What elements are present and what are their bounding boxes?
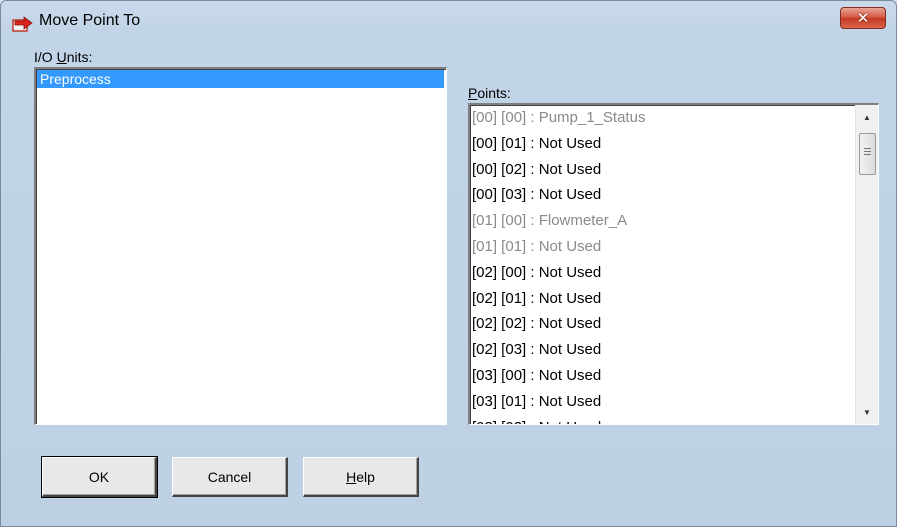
close-button[interactable]: ✕ xyxy=(840,7,886,29)
points-items: [00] [00] : Pump_1_Status [00] [01] : Not… xyxy=(470,105,878,424)
list-item[interactable]: [00] [01] : Not Used xyxy=(470,131,878,157)
list-item[interactable]: [01] [00] : Flowmeter_A xyxy=(470,208,878,234)
list-item[interactable]: [00] [03] : Not Used xyxy=(470,182,878,208)
list-item[interactable]: [03] [02] : Not Used xyxy=(470,415,878,424)
list-item[interactable]: [02] [00] : Not Used xyxy=(470,260,878,286)
cancel-button[interactable]: Cancel xyxy=(172,457,288,497)
move-point-icon xyxy=(12,16,33,32)
list-item[interactable]: [03] [00] : Not Used xyxy=(470,363,878,389)
scroll-up-arrow-icon[interactable]: ▲ xyxy=(856,107,878,127)
list-item[interactable]: [03] [01] : Not Used xyxy=(470,389,878,415)
scroll-thumb[interactable] xyxy=(859,133,876,175)
list-item[interactable]: [02] [01] : Not Used xyxy=(470,286,878,312)
list-item[interactable]: [00] [00] : Pump_1_Status xyxy=(470,105,878,131)
close-icon: ✕ xyxy=(856,8,870,27)
list-item[interactable]: [02] [02] : Not Used xyxy=(470,311,878,337)
help-button[interactable]: Help xyxy=(303,457,419,497)
list-item[interactable]: [00] [02] : Not Used xyxy=(470,157,878,183)
io-units-label: I/O Units: xyxy=(34,49,93,65)
list-item[interactable]: Preprocess xyxy=(37,70,444,88)
points-label: Points: xyxy=(468,85,511,101)
points-scrollbar[interactable]: ▲ ▼ xyxy=(855,105,878,424)
list-item[interactable]: [01] [01] : Not Used xyxy=(470,234,878,260)
io-units-list[interactable]: Preprocess xyxy=(34,67,447,425)
window-title: Move Point To xyxy=(39,12,141,29)
list-item[interactable]: [02] [03] : Not Used xyxy=(470,337,878,363)
ok-button[interactable]: OK xyxy=(41,456,158,498)
title-bar[interactable]: Move Point To ✕ xyxy=(1,1,896,35)
scroll-down-arrow-icon[interactable]: ▼ xyxy=(856,402,878,422)
points-list[interactable]: [00] [00] : Pump_1_Status [00] [01] : Not… xyxy=(468,103,879,425)
